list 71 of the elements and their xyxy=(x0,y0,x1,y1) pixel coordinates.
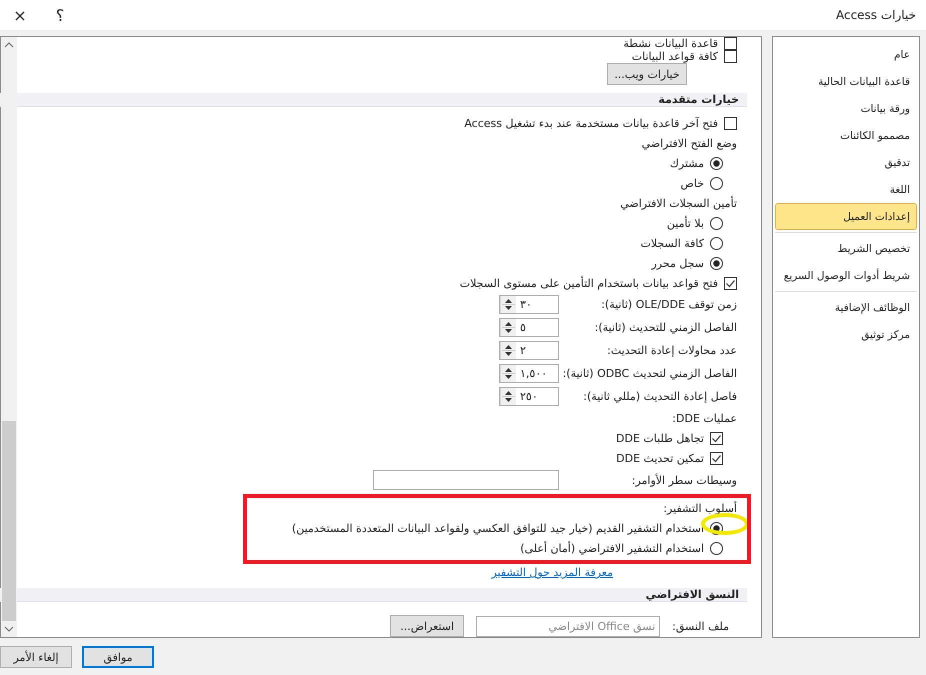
radio-label: كافة السجلات xyxy=(640,236,704,250)
checkbox[interactable] xyxy=(724,37,737,50)
number-spinner[interactable]: ٣٠ xyxy=(499,295,559,314)
scrollbar[interactable] xyxy=(1,37,17,637)
sidebar-item[interactable]: تخصيص الشريط xyxy=(775,235,917,262)
field-label: ملف النسق: xyxy=(672,620,729,632)
spinner-label: الفاصل الزمني للتحديث (ثانية): xyxy=(594,321,737,334)
group-label: وضع الفتح الافتراضي xyxy=(642,136,737,150)
sidebar-item[interactable]: عام xyxy=(775,41,917,68)
checkbox-label: تمكين تحديث DDE xyxy=(616,452,704,464)
spin-arrows-icon[interactable] xyxy=(500,342,516,359)
spinner-label: الفاصل الزمني لتحديث ODBC (ثانية): xyxy=(562,367,737,380)
checkbox-label: فتح قواعد بيانات باستخدام التأمين على مستوى السجلات xyxy=(460,276,718,290)
number-spinner[interactable]: ٥ xyxy=(499,318,559,337)
radio-label: سجل محرر xyxy=(651,256,704,270)
sidebar-item[interactable]: مركز توثيق xyxy=(775,321,917,348)
scrollbar-thumb[interactable] xyxy=(2,421,16,621)
checkbox[interactable] xyxy=(724,50,737,63)
spin-arrows-icon[interactable] xyxy=(500,365,516,382)
radio-label: استخدام التشفير الافتراضي (أمان أعلى) xyxy=(520,542,704,554)
spinner-label: عدد محاولات إعادة التحديث: xyxy=(606,344,737,357)
group-label: عمليات DDE: xyxy=(672,412,737,424)
radio-button[interactable] xyxy=(710,236,723,250)
ok-button[interactable]: موافق xyxy=(82,646,154,668)
web-options-button[interactable]: خيارات ويب... xyxy=(607,63,687,85)
checkbox-label: تجاهل طلبات DDE xyxy=(616,432,704,444)
checkbox-label: كافة قواعد البيانات xyxy=(632,50,718,63)
radio-button[interactable] xyxy=(710,156,723,170)
section-header: النسق الافتراضي xyxy=(0,588,747,602)
browse-button[interactable]: استعراض... xyxy=(390,615,464,637)
group-label: تأمين السجلات الافتراضي xyxy=(620,196,737,210)
spin-arrows-icon[interactable] xyxy=(500,319,516,336)
command-line-field[interactable] xyxy=(373,470,559,490)
checkbox[interactable] xyxy=(710,452,723,464)
sidebar-item[interactable]: مصممو الكائنات xyxy=(775,122,917,149)
number-spinner[interactable]: ١,٥٠٠ xyxy=(499,364,559,383)
sidebar-item[interactable]: ورقة بيانات xyxy=(775,95,917,122)
radio-label: مشترك xyxy=(670,156,704,170)
learn-more-link[interactable]: معرفة المزيد حول التشفير xyxy=(491,566,613,580)
checkbox[interactable] xyxy=(724,116,737,130)
spin-arrows-icon[interactable] xyxy=(500,388,516,405)
spinner-label: زمن توقف OLE/DDE (ثانية): xyxy=(600,298,737,311)
window-title: خيارات Access xyxy=(834,8,916,22)
sidebar-item[interactable]: قاعدة البيانات الحالية xyxy=(775,68,917,95)
cancel-button[interactable]: إلغاء الأمر xyxy=(0,646,72,668)
spinner-label: فاصل إعادة التحديث (مللي ثانية): xyxy=(582,390,737,403)
radio-button[interactable] xyxy=(710,176,723,190)
sidebar-item[interactable]: شريط أدوات الوصول السريع xyxy=(775,262,917,289)
group-label: أسلوب التشفير: xyxy=(663,502,737,514)
section-header: خيارات متقدمة xyxy=(0,93,747,107)
sidebar-item[interactable]: الوظائف الإضافية xyxy=(775,294,917,321)
radio-button[interactable] xyxy=(710,256,723,270)
checkbox-label: فتح آخر قاعدة بيانات مستخدمة عند بدء تشغيل Access xyxy=(464,116,718,130)
radio-label: خاص xyxy=(680,176,704,190)
field-label: وسيطات سطر الأوامر: xyxy=(630,474,737,486)
number-spinner[interactable]: ٢ xyxy=(499,341,559,360)
radio-label: بلا تأمين xyxy=(666,216,704,230)
theme-file-field[interactable]: نسق Office الافتراضي xyxy=(476,616,660,636)
help-button[interactable]: ؟ xyxy=(40,0,80,30)
sidebar-item[interactable]: إعدادات العميل xyxy=(775,203,917,230)
spin-arrows-icon[interactable] xyxy=(500,296,516,313)
close-button[interactable]: × xyxy=(0,0,40,30)
number-spinner[interactable]: ٢٥٠ xyxy=(499,387,559,406)
checkbox-label: قاعدة البيانات نشطة xyxy=(623,37,718,50)
sidebar-item[interactable]: اللغة xyxy=(775,176,917,203)
checkbox[interactable] xyxy=(724,276,737,290)
radio-button[interactable] xyxy=(710,216,723,230)
sidebar-item[interactable]: تدقيق xyxy=(775,149,917,176)
checkbox[interactable] xyxy=(710,432,723,444)
radio-button[interactable] xyxy=(710,542,723,554)
radio-label: استخدام التشفير القديم (خيار جيد للتوافق العكسي ولقواعد البيانات المتعددة المستخدمين) xyxy=(292,522,704,534)
